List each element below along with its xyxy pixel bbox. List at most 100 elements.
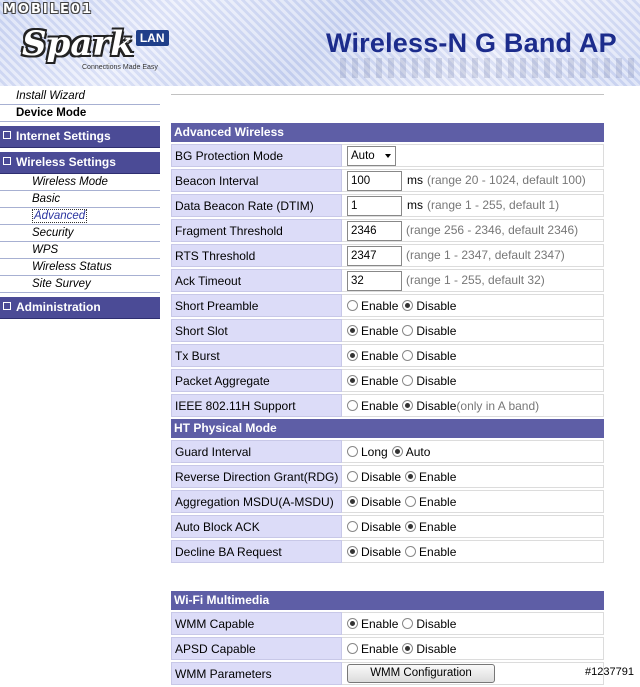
sidebar-item-advanced[interactable]: Advanced [0, 208, 160, 225]
range-hint: (range 256 - 2346, default 2346) [406, 222, 579, 237]
sidebar-item-basic[interactable]: Basic [0, 191, 160, 208]
auto-ba-enable-radio[interactable] [405, 520, 417, 532]
radio-label: Disable [416, 298, 457, 313]
radio-label: Enable [419, 544, 457, 559]
section-title-ht: HT Physical Mode [171, 419, 604, 438]
row-tx-burst: Tx Burst Enable Disable [171, 344, 604, 367]
decline-ba-disable-radio[interactable] [347, 545, 358, 557]
radio-label: Disable [416, 398, 457, 413]
radio-label: Disable [416, 641, 457, 656]
radio-label: Enable [419, 519, 457, 534]
tx-burst-enable-radio[interactable] [347, 349, 358, 361]
expand-box-icon [3, 302, 11, 310]
sidebar-item-wireless-status[interactable]: Wireless Status [0, 259, 160, 276]
wmm-configuration-button[interactable]: WMM Configuration [347, 664, 495, 683]
ieee80211h-disable-radio[interactable] [402, 399, 414, 411]
radio-label: Disable [416, 616, 457, 631]
dtim-input[interactable]: 1 [347, 195, 402, 216]
unit-label: ms [407, 197, 423, 212]
section-title-advanced: Advanced Wireless [171, 123, 604, 142]
row-wmm-capable: WMM Capable Enable Disable [171, 612, 604, 635]
field-label: Reverse Direction Grant(RDG) [171, 465, 342, 488]
packet-aggregate-enable-radio[interactable] [347, 374, 358, 386]
radio-label: Enable [361, 298, 399, 313]
ieee80211h-enable-radio[interactable] [347, 399, 358, 411]
field-label: RTS Threshold [171, 244, 342, 267]
beacon-interval-input[interactable]: 100 [347, 170, 402, 191]
rdg-disable-radio[interactable] [347, 470, 358, 482]
row-amsdu: Aggregation MSDU(A-MSDU) Disable Enable [171, 490, 604, 513]
row-wmm-parameters: WMM Parameters WMM Configuration [171, 662, 604, 685]
amsdu-enable-radio[interactable] [405, 495, 417, 507]
radio-label: Enable [361, 641, 399, 656]
short-preamble-enable-radio[interactable] [347, 299, 358, 311]
band-note: (only in A band) [456, 398, 540, 413]
sidebar-item-install-wizard[interactable]: Install Wizard [0, 88, 160, 105]
row-ieee80211h: IEEE 802.11H Support Enable Disable(only … [171, 394, 604, 417]
sidebar-group-administration[interactable]: Administration [0, 297, 160, 319]
field-label: IEEE 802.11H Support [171, 394, 342, 417]
logo-name: Spark [22, 24, 134, 64]
rts-threshold-input[interactable]: 2347 [347, 245, 402, 266]
wmm-capable-enable-radio[interactable] [347, 617, 358, 629]
apsd-enable-radio[interactable] [347, 642, 358, 654]
sidebar-item-device-mode[interactable]: Device Mode [0, 105, 160, 122]
decline-ba-enable-radio[interactable] [405, 545, 417, 557]
unit-label: ms [407, 172, 423, 187]
radio-label: Enable [419, 494, 457, 509]
watermark: MOBILE01 [3, 2, 93, 17]
radio-label: Long [361, 444, 388, 459]
select-value: Auto [351, 149, 375, 162]
packet-aggregate-disable-radio[interactable] [402, 374, 414, 386]
tx-burst-disable-radio[interactable] [402, 349, 414, 361]
radio-label: Enable [361, 323, 399, 338]
guard-interval-auto-radio[interactable] [391, 445, 403, 457]
ack-timeout-input[interactable]: 32 [347, 270, 402, 291]
sidebar-item-wireless-mode[interactable]: Wireless Mode [0, 174, 160, 191]
sparklan-logo: Spark LAN Connections Made Easy [22, 24, 169, 71]
collapse-box-icon [3, 157, 11, 165]
sidebar-item-label: WPS [32, 244, 59, 256]
logo-tagline: Connections Made Easy [82, 64, 158, 71]
wmm-capable-disable-radio[interactable] [402, 617, 414, 629]
field-label: WMM Capable [171, 612, 342, 635]
guard-interval-long-radio[interactable] [347, 445, 358, 457]
wmm-table: Wi-Fi Multimedia WMM Capable Enable Disab… [171, 589, 604, 687]
sidebar-item-security[interactable]: Security [0, 225, 160, 242]
row-short-preamble: Short Preamble Enable Disable [171, 294, 604, 317]
top-divider [171, 94, 604, 95]
auto-ba-disable-radio[interactable] [347, 520, 358, 532]
row-ack-timeout: Ack Timeout 32 (range 1 - 255, default 32… [171, 269, 604, 292]
row-short-slot: Short Slot Enable Disable [171, 319, 604, 342]
field-label: Data Beacon Rate (DTIM) [171, 194, 342, 217]
field-label: Auto Block ACK [171, 515, 342, 538]
field-label: Ack Timeout [171, 269, 342, 292]
row-packet-aggregate: Packet Aggregate Enable Disable [171, 369, 604, 392]
apsd-disable-radio[interactable] [402, 642, 414, 654]
range-hint: (range 1 - 2347, default 2347) [406, 247, 565, 262]
sidebar-group-internet-settings[interactable]: Internet Settings [0, 126, 160, 148]
title-reflection [340, 58, 640, 78]
sidebar-item-wps[interactable]: WPS [0, 242, 160, 259]
fragment-threshold-input[interactable]: 2346 [347, 220, 402, 241]
rdg-enable-radio[interactable] [405, 470, 417, 482]
amsdu-disable-radio[interactable] [347, 495, 358, 507]
short-slot-disable-radio[interactable] [402, 324, 414, 336]
field-label: Aggregation MSDU(A-MSDU) [171, 490, 342, 513]
row-apsd-capable: APSD Capable Enable Disable [171, 637, 604, 660]
range-hint: (range 1 - 255, default 1) [427, 197, 560, 212]
short-slot-enable-radio[interactable] [347, 324, 358, 336]
radio-label: Enable [361, 373, 399, 388]
sidebar-item-site-survey[interactable]: Site Survey [0, 276, 160, 293]
advanced-wireless-table: Advanced Wireless BG Protection Mode Aut… [171, 121, 604, 565]
bg-protection-select[interactable]: Auto [347, 145, 396, 166]
radio-label: Disable [416, 348, 457, 363]
sidebar-group-wireless-settings[interactable]: Wireless Settings [0, 152, 160, 174]
field-label: Tx Burst [171, 344, 342, 367]
row-rdg: Reverse Direction Grant(RDG) Disable Enab… [171, 465, 604, 488]
short-preamble-disable-radio[interactable] [402, 299, 414, 311]
field-label: Guard Interval [171, 440, 342, 463]
row-bg-protection: BG Protection Mode Auto [171, 144, 604, 167]
sidebar-group-label: Administration [16, 300, 101, 314]
